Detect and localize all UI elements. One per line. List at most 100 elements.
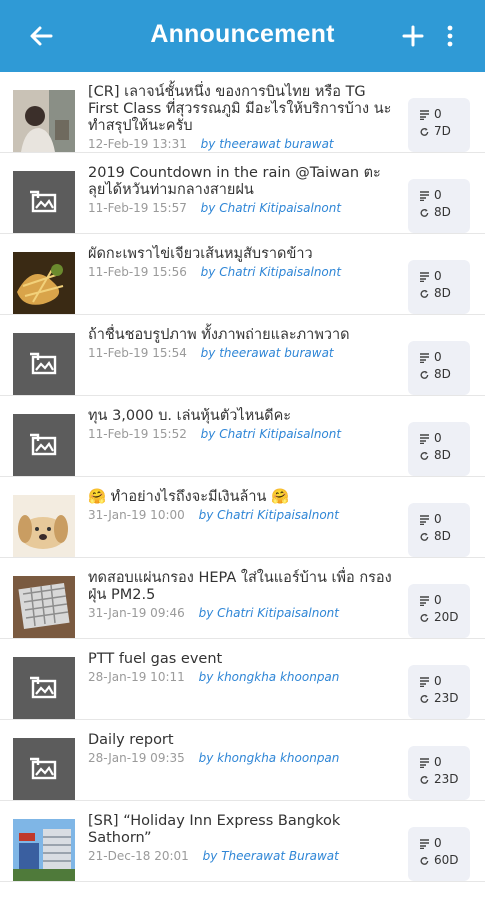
item-date: 11-Feb-19 15:57 <box>88 201 187 215</box>
comment-count: 0 <box>420 268 470 285</box>
comment-icon <box>420 676 429 687</box>
item-stats: 0 60D <box>408 827 470 881</box>
comment-icon <box>420 190 429 201</box>
item-meta: 28-Jan-19 09:35 by khongkha khoonpan <box>88 751 393 765</box>
item-text: ถ้าชื่นชอบรูปภาพ ทั้งภาพถ่ายและภาพวาด 11… <box>88 327 393 360</box>
item-title: [SR] “Holiday Inn Express Bangkok Sathor… <box>88 813 341 846</box>
age-value: 60D <box>434 853 459 867</box>
announcement-item[interactable]: ถ้าชื่นชอบรูปภาพ ทั้งภาพถ่ายและภาพวาด 11… <box>0 315 485 396</box>
age: 8D <box>420 447 470 464</box>
item-meta: 21-Dec-18 20:01 by Theerawat Burawat <box>88 849 393 863</box>
more-options-button[interactable] <box>440 20 460 52</box>
item-text: ทุน 3,000 บ. เล่นหุ้นตัวไหนดีคะ 11-Feb-1… <box>88 408 393 441</box>
comment-count-value: 0 <box>434 431 442 445</box>
item-title: ผัดกะเพราไข่เจียวเส้นหมูสับราดข้าว <box>88 246 313 262</box>
announcement-item[interactable]: [SR] “Holiday Inn Express Bangkok Sathor… <box>0 801 485 882</box>
refresh-icon <box>420 694 429 703</box>
item-date: 11-Feb-19 15:52 <box>88 427 187 441</box>
photo-building-icon <box>13 819 75 881</box>
announcement-list: [CR] เลาจน์ชั้นหนึ่ง ของการบินไทย หรือ T… <box>0 72 485 882</box>
announcement-item[interactable]: PTT fuel gas event 28-Jan-19 10:11 by kh… <box>0 639 485 720</box>
item-author[interactable]: by theerawat burawat <box>201 346 334 360</box>
item-meta: 12-Feb-19 13:31 by theerawat burawat <box>88 137 393 151</box>
age: 20D <box>420 609 470 626</box>
comment-icon <box>420 838 429 849</box>
age-value: 7D <box>434 124 451 138</box>
thumbnail <box>13 333 75 395</box>
item-text: [CR] เลาจน์ชั้นหนึ่ง ของการบินไทย หรือ T… <box>88 84 393 151</box>
add-button[interactable] <box>398 20 428 52</box>
image-placeholder-icon <box>30 433 57 456</box>
item-meta: 11-Feb-19 15:57 by Chatri Kitipaisalnont <box>88 201 393 215</box>
photo-food-icon <box>13 252 75 314</box>
age: 23D <box>420 771 470 788</box>
item-title: ถ้าชื่นชอบรูปภาพ ทั้งภาพถ่ายและภาพวาด <box>88 327 350 343</box>
refresh-icon <box>420 451 429 460</box>
announcement-item[interactable]: [CR] เลาจน์ชั้นหนึ่ง ของการบินไทย หรือ T… <box>0 72 485 153</box>
thumbnail <box>13 576 75 638</box>
announcement-item[interactable]: ทดสอบแผ่นกรอง HEPA ใส่ในแอร์บ้าน เพื่อ ก… <box>0 558 485 639</box>
item-title: ทุน 3,000 บ. เล่นหุ้นตัวไหนดีคะ <box>88 408 292 424</box>
refresh-icon <box>420 127 429 136</box>
announcement-item[interactable]: ผัดกะเพราไข่เจียวเส้นหมูสับราดข้าว 11-Fe… <box>0 234 485 315</box>
age-value: 8D <box>434 205 451 219</box>
thumbnail <box>13 252 75 314</box>
age: 23D <box>420 690 470 707</box>
item-title: 2019 Countdown in the rain @Taiwan ตะลุย… <box>88 165 381 198</box>
item-author[interactable]: by Chatri Kitipaisalnont <box>199 508 339 522</box>
comment-count-value: 0 <box>434 269 442 283</box>
item-meta: 31-Jan-19 09:46 by Chatri Kitipaisalnont <box>88 606 393 620</box>
item-stats: 0 20D <box>408 584 470 638</box>
photo-person-icon <box>13 90 75 152</box>
item-meta: 28-Jan-19 10:11 by khongkha khoonpan <box>88 670 393 684</box>
item-meta: 11-Feb-19 15:56 by Chatri Kitipaisalnont <box>88 265 393 279</box>
thumbnail <box>13 819 75 881</box>
thumbnail <box>13 495 75 557</box>
comment-icon <box>420 352 429 363</box>
image-placeholder-icon <box>30 352 57 375</box>
photo-dog-icon <box>13 495 75 557</box>
item-author[interactable]: by Chatri Kitipaisalnont <box>201 427 341 441</box>
item-date: 11-Feb-19 15:54 <box>88 346 187 360</box>
item-date: 21-Dec-18 20:01 <box>88 849 189 863</box>
item-author[interactable]: by Chatri Kitipaisalnont <box>201 265 341 279</box>
item-author[interactable]: by Chatri Kitipaisalnont <box>201 201 341 215</box>
comment-count-value: 0 <box>434 107 442 121</box>
item-title: Daily report <box>88 732 174 748</box>
age: 60D <box>420 852 470 869</box>
thumbnail <box>13 171 75 233</box>
comment-count: 0 <box>420 430 470 447</box>
comment-count: 0 <box>420 835 470 852</box>
thumbnail <box>13 738 75 800</box>
age-value: 20D <box>434 610 459 624</box>
announcement-item[interactable]: 2019 Countdown in the rain @Taiwan ตะลุย… <box>0 153 485 234</box>
item-stats: 0 23D <box>408 746 470 800</box>
image-placeholder-icon <box>30 190 57 213</box>
comment-count-value: 0 <box>434 350 442 364</box>
item-text: 🤗 ทำอย่างไรถึงจะมีเงินล้าน 🤗 31-Jan-19 1… <box>88 489 393 522</box>
item-date: 31-Jan-19 09:46 <box>88 606 185 620</box>
item-author[interactable]: by khongkha khoonpan <box>199 670 340 684</box>
item-author[interactable]: by theerawat burawat <box>201 137 334 151</box>
comment-icon <box>420 433 429 444</box>
refresh-icon <box>420 775 429 784</box>
announcement-item[interactable]: Daily report 28-Jan-19 09:35 by khongkha… <box>0 720 485 801</box>
item-author[interactable]: by khongkha khoonpan <box>199 751 340 765</box>
item-author[interactable]: by Theerawat Burawat <box>203 849 339 863</box>
item-title: [CR] เลาจน์ชั้นหนึ่ง ของการบินไทย หรือ T… <box>88 84 392 134</box>
refresh-icon <box>420 289 429 298</box>
age: 8D <box>420 204 470 221</box>
item-stats: 0 23D <box>408 665 470 719</box>
item-author[interactable]: by Chatri Kitipaisalnont <box>199 606 339 620</box>
image-placeholder-icon <box>30 757 57 780</box>
comment-icon <box>420 109 429 120</box>
refresh-icon <box>420 613 429 622</box>
item-meta: 11-Feb-19 15:54 by theerawat burawat <box>88 346 393 360</box>
announcement-item[interactable]: 🤗 ทำอย่างไรถึงจะมีเงินล้าน 🤗 31-Jan-19 1… <box>0 477 485 558</box>
item-date: 28-Jan-19 10:11 <box>88 670 185 684</box>
comment-count: 0 <box>420 187 470 204</box>
age: 7D <box>420 123 470 140</box>
item-stats: 0 8D <box>408 260 470 314</box>
announcement-item[interactable]: ทุน 3,000 บ. เล่นหุ้นตัวไหนดีคะ 11-Feb-1… <box>0 396 485 477</box>
age-value: 23D <box>434 691 459 705</box>
